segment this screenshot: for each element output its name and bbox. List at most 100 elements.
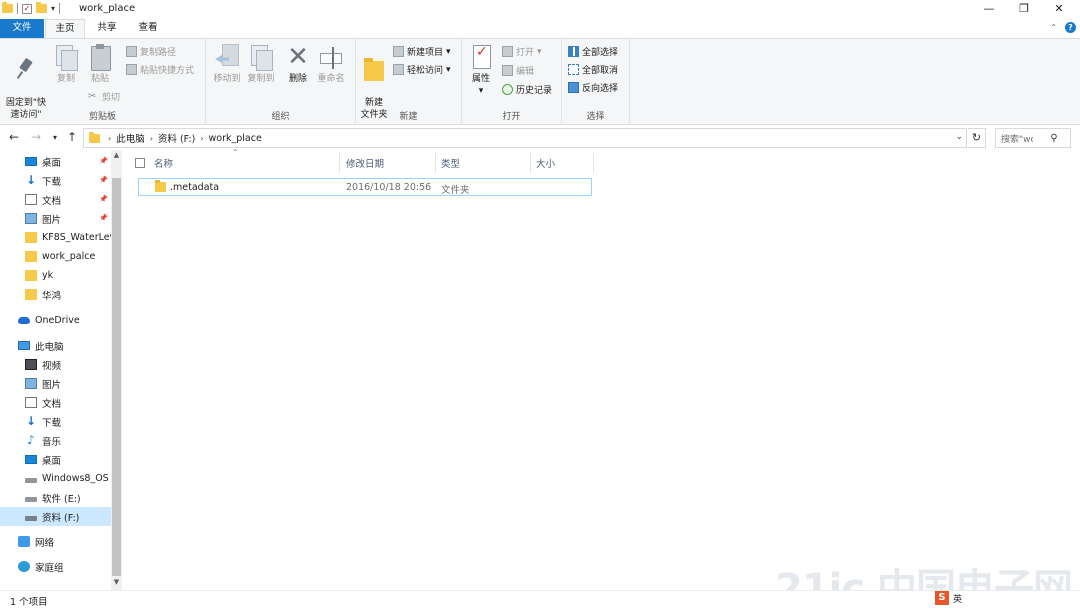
close-button[interactable]: ✕: [1036, 0, 1080, 19]
navigation-bar: ← → ▾ ↑ › 此电脑 › 资料 (F:) › work_place ⌄ ↻…: [0, 126, 1080, 150]
paste-shortcut-button[interactable]: 粘贴快捷方式: [126, 63, 194, 76]
scroll-up-icon[interactable]: ▲: [111, 151, 122, 159]
select-group: 全部选择 全部取消 反向选择 选择: [562, 39, 630, 125]
properties-qat-icon[interactable]: ✓: [22, 3, 32, 14]
select-all-checkbox[interactable]: [135, 158, 145, 168]
select-group-label: 选择: [586, 112, 605, 122]
sidebar-item-pc-downloads[interactable]: ↓ 下载: [0, 412, 111, 431]
ribbon-right-controls: ⌃ ?: [1050, 22, 1076, 33]
sidebar-item-drive-e[interactable]: 软件 (E:): [0, 488, 111, 507]
qat-dropdown-icon[interactable]: ▾: [51, 4, 55, 13]
tab-file[interactable]: 文件: [0, 19, 44, 38]
sidebar-item-pc-desktop[interactable]: 桌面: [0, 450, 111, 469]
tab-view[interactable]: 查看: [129, 19, 167, 38]
column-header-name[interactable]: 名称: [152, 153, 340, 173]
sidebar-item-videos[interactable]: 视频: [0, 355, 111, 374]
new-item-button[interactable]: 新建项目 ▾: [393, 45, 451, 58]
sidebar-item-desktop[interactable]: 桌面: [0, 152, 111, 171]
select-none-button[interactable]: 全部取消: [568, 63, 618, 76]
forward-arrow-icon[interactable]: →: [31, 130, 41, 144]
rename-button[interactable]: 重命名: [314, 43, 348, 85]
status-bar: 1 个项目: [0, 590, 1080, 608]
recent-locations-icon[interactable]: ▾: [53, 133, 57, 142]
sidebar-item-label: yk: [42, 270, 54, 281]
new-item-label: 新建项目: [407, 48, 444, 58]
sidebar-item-windows8-os[interactable]: Windows8_OS: [0, 469, 111, 488]
up-arrow-icon[interactable]: ↑: [67, 130, 77, 144]
search-input[interactable]: 搜索"wor...: [996, 132, 1033, 145]
sidebar-item-pc-documents[interactable]: 文档: [0, 393, 111, 412]
item-count: 1 个项目: [10, 597, 48, 608]
column-header-label: 名称: [154, 159, 174, 170]
move-to-button[interactable]: 移动到: [210, 43, 244, 85]
sidebar-item-homegroup[interactable]: 家庭组: [0, 557, 111, 576]
sidebar-item-drive-f[interactable]: 资料 (F:): [0, 507, 111, 526]
open-button[interactable]: 打开 ▾: [502, 45, 542, 58]
copy-to-button[interactable]: 复制到: [244, 43, 278, 85]
sidebar-scrollbar[interactable]: ▲ ▼: [111, 150, 122, 590]
new-group-label: 新建: [399, 112, 418, 122]
sidebar-item-onedrive[interactable]: OneDrive: [0, 311, 111, 330]
ribbon-tabs: 文件 主页 共享 查看 ⌃ ?: [0, 19, 1080, 38]
sidebar-item-label: 桌面: [42, 157, 62, 169]
cut-button[interactable]: ✂ 剪切: [88, 90, 120, 103]
sogou-ime-icon[interactable]: S: [935, 591, 949, 605]
address-dropdown-icon[interactable]: ⌄: [955, 132, 963, 142]
properties-button[interactable]: 属性 ▾: [466, 43, 496, 97]
back-arrow-icon[interactable]: ←: [9, 130, 19, 144]
breadcrumb-arrow-icon[interactable]: ›: [198, 134, 205, 143]
column-header-size[interactable]: 大小: [531, 153, 594, 173]
scrollbar-thumb[interactable]: [112, 178, 121, 576]
tab-share[interactable]: 共享: [88, 19, 126, 38]
sidebar-item-huahong[interactable]: 华鸿: [0, 285, 111, 304]
invert-selection-button[interactable]: 反向选择: [568, 81, 618, 94]
sidebar-item-documents[interactable]: 文档: [0, 190, 111, 209]
tab-home[interactable]: 主页: [45, 19, 85, 38]
copy-button[interactable]: 复制: [52, 43, 80, 85]
sidebar-item-label: KF8S_WaterLev: [42, 232, 111, 243]
scroll-down-icon[interactable]: ▼: [111, 578, 122, 586]
column-header-label: 大小: [536, 159, 556, 170]
paste-button[interactable]: 粘贴: [85, 43, 115, 85]
sidebar-item-pictures[interactable]: 图片: [0, 209, 111, 228]
folder-icon: [89, 131, 100, 143]
easy-access-button[interactable]: 轻松访问 ▾: [393, 63, 451, 76]
history-button[interactable]: 历史记录: [502, 83, 552, 96]
sidebar-item-label: 音乐: [42, 436, 62, 448]
column-header-date[interactable]: 修改日期: [340, 153, 436, 173]
breadcrumb-work-place[interactable]: work_place: [206, 133, 265, 144]
computer-icon: [18, 341, 30, 350]
sidebar-item-yk[interactable]: yk: [0, 266, 111, 285]
breadcrumb-arrow-icon[interactable]: ›: [148, 134, 155, 143]
rename-label: 重命名: [317, 74, 345, 84]
clipboard-group-label: 剪贴板: [88, 112, 116, 122]
breadcrumb-arrow-icon[interactable]: ›: [106, 134, 113, 143]
sidebar-item-downloads[interactable]: ↓ 下载: [0, 171, 111, 190]
breadcrumb-drive-f[interactable]: 资料 (F:): [155, 131, 198, 145]
ime-language-label[interactable]: 英: [953, 592, 962, 605]
drive-icon: [25, 497, 37, 502]
refresh-icon[interactable]: ↻: [968, 128, 986, 148]
search-box[interactable]: 搜索"wor... ⚲: [995, 128, 1071, 148]
column-header-type[interactable]: 类型: [436, 153, 531, 173]
help-icon[interactable]: ?: [1065, 22, 1076, 33]
sidebar-item-work-palce[interactable]: work_palce: [0, 247, 111, 266]
delete-button[interactable]: ✕ 删除: [284, 43, 312, 85]
copy-path-button[interactable]: 复制路径: [126, 45, 176, 58]
new-folder-qat-icon[interactable]: [36, 2, 47, 13]
edit-button[interactable]: 编辑: [502, 64, 534, 77]
table-row[interactable]: .metadata 2016/10/18 20:56 文件夹: [138, 178, 592, 196]
collapse-ribbon-icon[interactable]: ⌃: [1050, 23, 1057, 32]
select-all-button[interactable]: 全部选择: [568, 45, 618, 58]
breadcrumb-this-pc[interactable]: 此电脑: [113, 131, 148, 145]
sidebar-item-network[interactable]: 网络: [0, 532, 111, 551]
sidebar-item-pc-pictures[interactable]: 图片: [0, 374, 111, 393]
open-group: 属性 ▾ 打开 ▾ 编辑 历史记录 打开: [462, 39, 562, 125]
sidebar-item-this-pc[interactable]: 此电脑: [0, 336, 111, 355]
easy-access-label: 轻松访问: [407, 66, 444, 76]
address-bar[interactable]: › 此电脑 › 资料 (F:) › work_place ⌄: [83, 128, 967, 148]
sidebar-item-kf8s[interactable]: KF8S_WaterLev: [0, 228, 111, 247]
sidebar-item-music[interactable]: ♪ 音乐: [0, 431, 111, 450]
file-date: 2016/10/18 20:56: [346, 182, 432, 193]
sidebar-item-label: 家庭组: [35, 562, 64, 574]
